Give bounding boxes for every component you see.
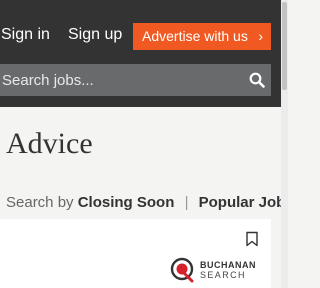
main-content: Advice Search by Closing Soon | Popular …	[0, 107, 281, 288]
search-button[interactable]	[243, 64, 271, 96]
closing-soon-link[interactable]: Closing Soon	[78, 194, 175, 211]
company-logo: BUCHANAN SEARCH	[170, 256, 262, 284]
advertise-button-label: Advertise with us	[142, 28, 248, 44]
job-card[interactable]: BUCHANAN SEARCH	[0, 219, 271, 288]
vertical-scrollbar[interactable]	[281, 0, 288, 288]
site-header: Sign in Sign up Advertise with us ›	[0, 0, 281, 107]
search-by-row: Search by Closing Soon | Popular Jobs	[6, 193, 281, 213]
bookmark-icon[interactable]	[245, 231, 259, 247]
search-icon	[249, 72, 265, 88]
sign-up-link[interactable]: Sign up	[68, 25, 122, 45]
scrollbar-thumb[interactable]	[282, 2, 287, 90]
chevron-right-icon: ›	[258, 28, 263, 44]
search-by-label: Search by	[6, 194, 74, 211]
logo-mark-icon	[170, 257, 194, 283]
page-viewport: Sign in Sign up Advertise with us › Advi…	[0, 0, 281, 288]
sign-in-link[interactable]: Sign in	[1, 25, 50, 45]
page-title: Advice	[6, 127, 93, 160]
search-bar	[0, 64, 271, 96]
link-separator: |	[184, 194, 189, 211]
logo-subtitle: SEARCH	[200, 270, 246, 280]
logo-name: BUCHANAN	[200, 260, 256, 270]
popular-jobs-link[interactable]: Popular Jobs	[199, 194, 281, 211]
advertise-button[interactable]: Advertise with us ›	[133, 23, 271, 50]
search-input[interactable]	[0, 64, 240, 96]
